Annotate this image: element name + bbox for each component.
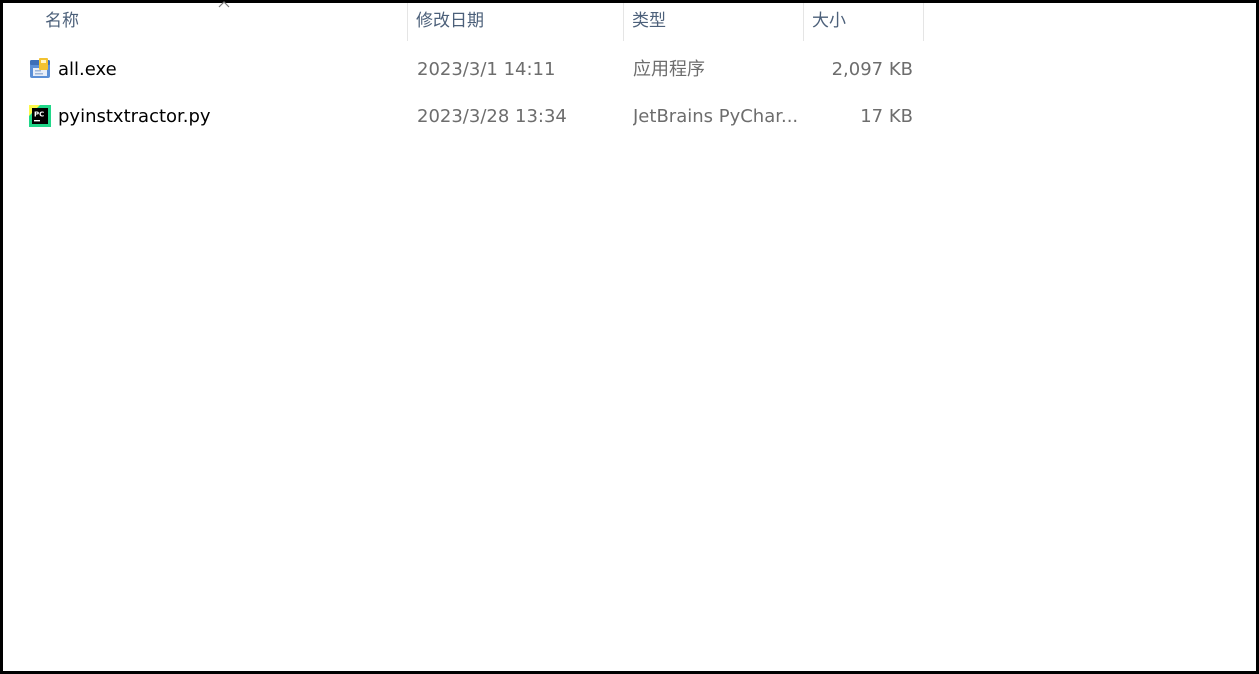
file-size: 2,097 KB — [831, 59, 913, 80]
file-modified-date: 2023/3/28 13:34 — [417, 106, 567, 127]
file-row[interactable]: PC pyinstxtractor.py 2023/3/28 13:34 Jet… — [3, 94, 1256, 140]
file-name[interactable]: all.exe — [58, 47, 117, 93]
pycharm-icon: PC — [29, 105, 51, 127]
file-modified-date: 2023/3/1 14:11 — [417, 59, 556, 80]
exe-app-icon — [30, 58, 50, 78]
column-header-date[interactable]: 修改日期 — [408, 3, 623, 41]
column-header-date-label: 修改日期 — [416, 11, 484, 31]
file-list-empty-area[interactable] — [3, 143, 1256, 671]
column-header-size-label: 大小 — [812, 11, 846, 31]
column-header-size[interactable]: 大小 — [804, 3, 923, 41]
column-header-type[interactable]: 类型 — [624, 3, 803, 41]
file-type: 应用程序 — [633, 59, 705, 80]
column-header-type-label: 类型 — [632, 11, 666, 31]
column-header-name[interactable]: 名称 — [37, 3, 407, 41]
file-name[interactable]: pyinstxtractor.py — [58, 94, 211, 140]
column-divider[interactable] — [923, 3, 924, 41]
column-header-row: 名称 修改日期 类型 大小 — [3, 1, 1256, 41]
file-explorer-window: 名称 修改日期 类型 大小 all.exe 2023/3/1 14:11 应用程… — [0, 0, 1259, 674]
column-header-name-label: 名称 — [45, 11, 79, 31]
svg-text:PC: PC — [34, 111, 44, 119]
file-row[interactable]: all.exe 2023/3/1 14:11 应用程序 2,097 KB — [3, 47, 1256, 93]
file-size: 17 KB — [860, 106, 913, 127]
file-type: JetBrains PyChar... — [633, 106, 798, 127]
